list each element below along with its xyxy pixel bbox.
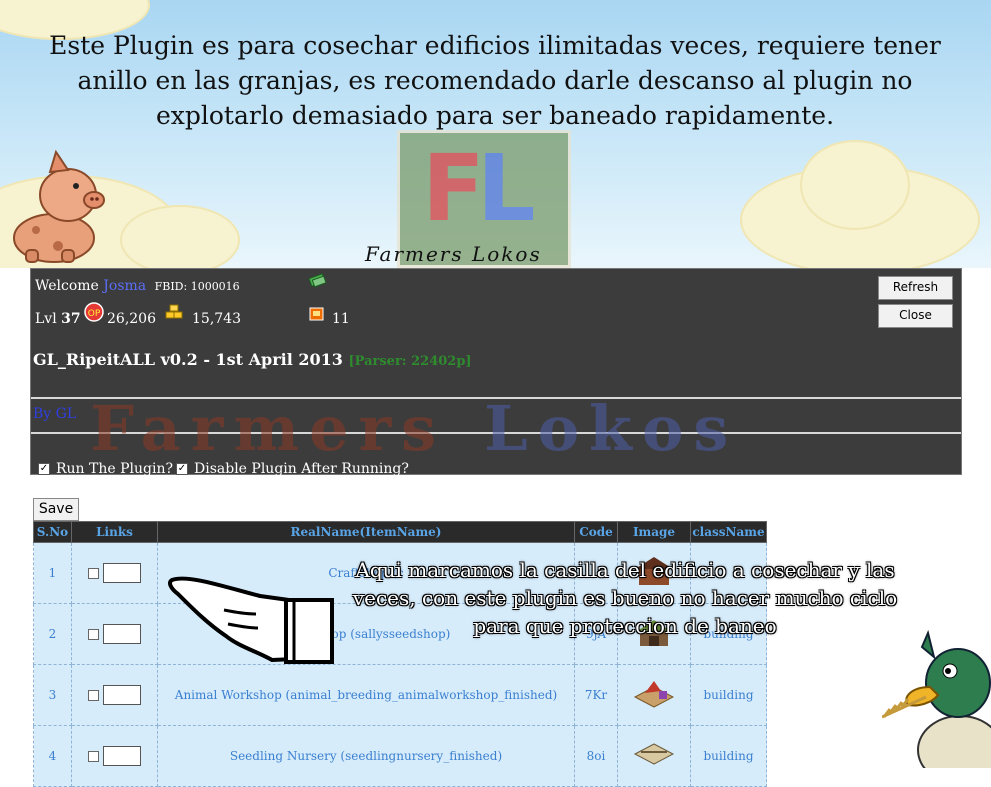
author-link[interactable]: By GL — [33, 406, 76, 422]
tutorial-annotation: Aqui marcamos la casilla del edificio a … — [330, 556, 920, 640]
pig-mascot-icon — [13, 150, 105, 263]
level-value: 37 — [61, 311, 81, 327]
row-class: building — [690, 725, 767, 787]
banner: FL Este Plugin es para cosechar edificio… — [0, 0, 991, 268]
save-button[interactable]: Save — [33, 498, 79, 521]
col-realname: RealName(ItemName) — [157, 521, 575, 543]
plugin-title: GL_RipeitALL v0.2 - 1st April 2013 — [33, 350, 343, 369]
disable-after-run-checkbox[interactable]: ✓ — [176, 463, 188, 475]
table-header-row: S.No Links RealName(ItemName) Code Image… — [33, 521, 767, 543]
seedling-nursery-building-icon — [633, 742, 675, 765]
col-classname: className — [690, 521, 767, 543]
annotation-line-3: para que proteccion de baneo — [473, 614, 777, 638]
col-code: Code — [574, 521, 618, 543]
banner-line-3: explotarlo demasiado para ser baneado ra… — [155, 101, 835, 130]
row-sno: 1 — [33, 542, 72, 604]
row-image — [617, 725, 691, 787]
row-links — [71, 664, 158, 726]
run-plugin-label: Run The Plugin? — [56, 461, 173, 477]
refresh-button[interactable]: Refresh — [878, 276, 953, 300]
close-button[interactable]: Close — [878, 304, 953, 328]
row-name: Animal Workshop (animal_breeding_animalw… — [157, 664, 575, 726]
row-sno: 3 — [33, 664, 72, 726]
fuel-value: 11 — [332, 311, 350, 327]
annotation-line-2: veces, con este plugin es bueno no hacer… — [352, 586, 898, 610]
table-row: 3 Animal Workshop (animal_breeding_anima… — [33, 664, 767, 726]
row-code: 7Kr — [574, 664, 618, 726]
cloud-right-top — [800, 140, 910, 230]
animal-workshop-building-icon — [633, 680, 675, 708]
pointing-hand-icon — [168, 576, 334, 664]
row-count-input[interactable] — [103, 624, 141, 644]
row-select-checkbox[interactable] — [88, 689, 99, 701]
fbid-label: FBID: 1000016 — [154, 280, 240, 293]
farmers-lokos-watermark: Farmers Lokos — [90, 392, 739, 465]
cloud-left-small — [120, 205, 240, 268]
stats-line: Lvl 37 — [35, 311, 81, 327]
money-bills-icon — [308, 273, 327, 288]
row-count-input[interactable] — [103, 563, 141, 583]
banner-description: Este Plugin es para cosechar edificios i… — [20, 28, 970, 133]
row-image — [617, 664, 691, 726]
row-sno: 4 — [33, 725, 72, 787]
banner-line-2: anillo en las granjas, es recomendado da… — [77, 66, 913, 95]
row-class: building — [690, 664, 767, 726]
row-select-checkbox[interactable] — [88, 750, 99, 762]
row-code: 8oi — [574, 725, 618, 787]
banner-line-1: Este Plugin es para cosechar edificios i… — [49, 31, 941, 60]
row-count-input[interactable] — [103, 746, 141, 766]
table-row: 4 Seedling Nursery (seedlingnursery_fini… — [33, 725, 767, 787]
row-links — [71, 542, 158, 604]
gold-bars-icon — [165, 304, 183, 319]
col-sno: S.No — [33, 521, 72, 543]
row-select-checkbox[interactable] — [88, 628, 99, 640]
annotation-line-1: Aqui marcamos la casilla del edificio a … — [355, 558, 895, 582]
row-select-checkbox[interactable] — [88, 567, 99, 579]
parser-info: [Parser: 22402p] — [348, 354, 472, 369]
duck-mascot-icon — [882, 629, 991, 768]
banner-script-label: Farmers Lokos — [365, 242, 542, 266]
fuel-can-icon — [309, 307, 324, 321]
row-count-input[interactable] — [103, 685, 141, 705]
user-name-link[interactable]: Josma — [103, 278, 146, 294]
welcome-line: Welcome Josma FBID: 1000016 — [35, 278, 240, 294]
col-links: Links — [71, 521, 158, 543]
cash-value: 15,743 — [192, 311, 241, 327]
row-links — [71, 725, 158, 787]
coins-icon: OP — [84, 302, 104, 322]
svg-text:OP: OP — [88, 309, 101, 319]
row-links — [71, 603, 158, 665]
run-plugin-checkbox[interactable]: ✓ — [38, 463, 50, 475]
col-image: Image — [617, 521, 691, 543]
coins-value: 26,206 — [107, 311, 156, 327]
disable-after-run-label: Disable Plugin After Running? — [194, 461, 409, 477]
row-sno: 2 — [33, 603, 72, 665]
plugin-title-line: GL_RipeitALL v0.2 - 1st April 2013 [Pars… — [33, 350, 472, 369]
row-name: Seedling Nursery (seedlingnursery_finish… — [157, 725, 575, 787]
